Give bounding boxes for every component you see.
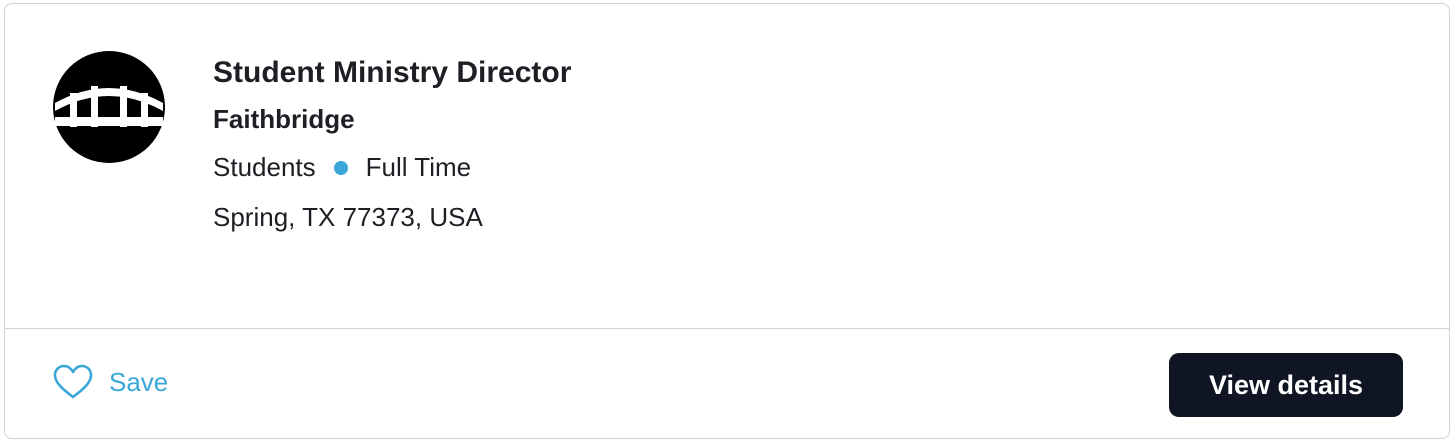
heart-icon [53, 364, 93, 399]
view-details-button[interactable]: View details [1169, 353, 1403, 417]
job-card: Student Ministry Director Faithbridge St… [4, 3, 1450, 439]
separator-dot-icon [333, 161, 348, 175]
save-button[interactable]: Save [53, 364, 168, 400]
job-title: Student Ministry Director [213, 56, 572, 89]
employment-type-label: Full Time [365, 152, 472, 182]
job-meta-row: Students Full Time [213, 150, 571, 184]
organization-logo-icon [53, 51, 165, 163]
organization-name: Faithbridge [213, 104, 355, 134]
department-label: Students [213, 152, 316, 182]
job-location: Spring, TX 77373, USA [213, 202, 483, 232]
job-info: Student Ministry Director Faithbridge St… [213, 54, 571, 234]
save-label: Save [109, 366, 169, 397]
card-divider [5, 328, 1449, 329]
